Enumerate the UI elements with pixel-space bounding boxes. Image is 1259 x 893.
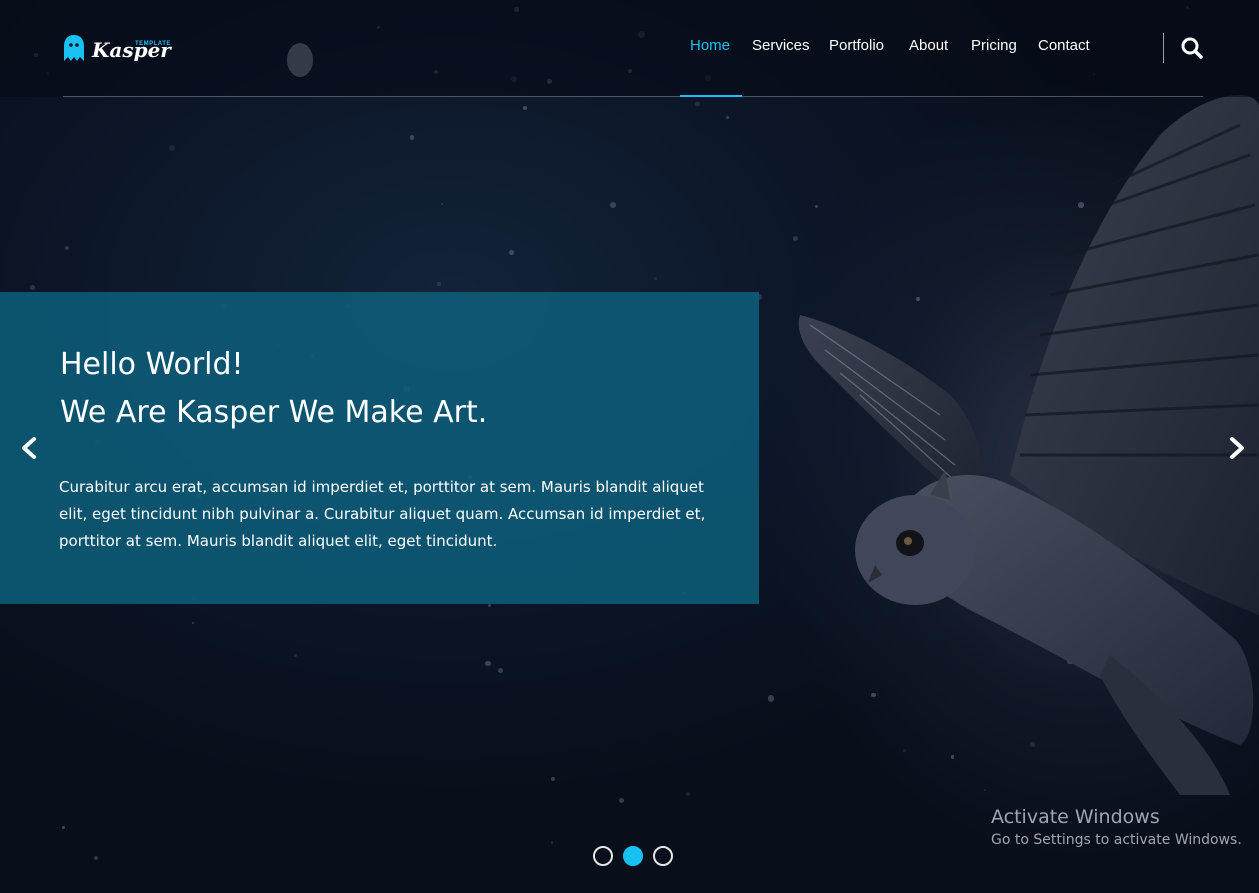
bokeh-particle bbox=[767, 695, 775, 702]
windows-activation-watermark: Activate Windows Go to Settings to activ… bbox=[991, 806, 1242, 848]
bokeh-particle bbox=[191, 622, 194, 625]
bokeh-particle bbox=[29, 284, 35, 290]
bokeh-particle bbox=[550, 841, 554, 844]
slide-description: Curabitur arcu erat, accumsan id imperdi… bbox=[59, 478, 706, 550]
nav-item-contact[interactable]: Contact bbox=[1038, 37, 1090, 54]
watermark-title: Activate Windows bbox=[991, 806, 1160, 828]
bokeh-particle bbox=[695, 101, 700, 107]
bokeh-particle bbox=[293, 653, 297, 658]
slide-title-line1: Hello World! bbox=[60, 347, 244, 382]
bokeh-particle bbox=[62, 826, 65, 830]
bokeh-particle bbox=[441, 202, 444, 205]
slider-dot-1[interactable] bbox=[593, 846, 613, 866]
search-icon[interactable] bbox=[1180, 36, 1204, 60]
slider-dot-3[interactable] bbox=[653, 846, 673, 866]
nav-item-services[interactable]: Services bbox=[752, 37, 810, 54]
slider-dot-2[interactable] bbox=[623, 846, 643, 866]
brand-tagline: TEMPLATE bbox=[134, 41, 171, 47]
chevron-left-icon[interactable] bbox=[19, 436, 39, 460]
nav-divider bbox=[1163, 33, 1164, 63]
owl-image bbox=[798, 95, 1259, 795]
bokeh-particle bbox=[522, 105, 528, 111]
brand-logo[interactable]: TEMPLATE Kasper bbox=[62, 30, 171, 62]
bokeh-particle bbox=[610, 202, 616, 208]
bokeh-particle bbox=[686, 792, 691, 797]
bokeh-particle bbox=[93, 856, 98, 861]
slide-caption-panel: Hello World! We Are Kasper We Make Art. … bbox=[0, 292, 759, 604]
nav-item-portfolio[interactable]: Portfolio bbox=[829, 37, 884, 54]
bokeh-particle bbox=[550, 776, 556, 782]
slider-pagination bbox=[593, 846, 673, 866]
bokeh-particle bbox=[488, 603, 492, 607]
ghost-icon bbox=[64, 35, 84, 61]
bokeh-particle bbox=[485, 660, 491, 666]
header-divider bbox=[63, 96, 1203, 97]
bokeh-particle bbox=[618, 797, 624, 803]
watermark-subtitle: Go to Settings to activate Windows. bbox=[991, 832, 1242, 848]
bokeh-particle bbox=[654, 277, 658, 281]
bokeh-particle bbox=[509, 250, 515, 256]
bokeh-particle bbox=[437, 282, 441, 286]
brand-name: TEMPLATE Kasper bbox=[92, 38, 171, 62]
hero-background: TEMPLATE Kasper Home Services Portfolio … bbox=[0, 0, 1259, 893]
bokeh-particle bbox=[725, 116, 730, 120]
nav-item-pricing[interactable]: Pricing bbox=[971, 37, 1017, 54]
active-nav-indicator bbox=[680, 95, 742, 97]
bokeh-particle bbox=[409, 135, 415, 140]
nav-item-home[interactable]: Home bbox=[690, 37, 730, 54]
nav-item-about[interactable]: About bbox=[909, 37, 948, 54]
bokeh-particle bbox=[498, 667, 504, 673]
slide-title-line2: We Are Kasper We Make Art. bbox=[60, 395, 488, 430]
bokeh-particle bbox=[64, 246, 69, 251]
bokeh-particle bbox=[169, 144, 176, 151]
site-header: TEMPLATE Kasper Home Services Portfolio … bbox=[0, 0, 1259, 97]
chevron-right-icon[interactable] bbox=[1227, 436, 1247, 460]
